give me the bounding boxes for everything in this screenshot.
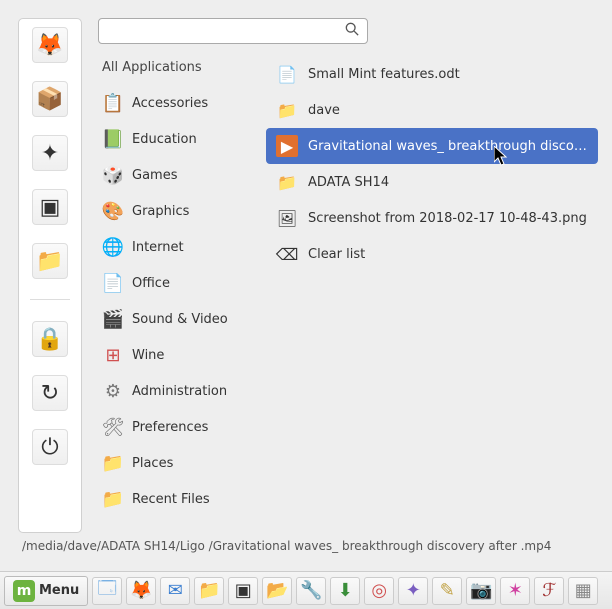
search-icon (345, 22, 359, 40)
taskbar-firefox[interactable]: 🦊 (126, 577, 156, 605)
category-label: Places (132, 456, 173, 471)
system-logout[interactable]: ↻ (32, 375, 68, 411)
wine-icon: ⊞ (102, 344, 124, 366)
taskbar-notes[interactable]: ✎ (432, 577, 462, 605)
taskbar-tools[interactable]: 🔧 (296, 577, 326, 605)
gravitational-waves-icon: ▶ (276, 135, 298, 157)
result-label: Small Mint features.odt (308, 67, 460, 82)
mint-menu-window: 🦊 📦 ✦ ▣ 📁 🔒 ↻ ⏻ All Applications 📋 Accessories 📗 E… (18, 18, 604, 533)
category-graphics[interactable]: 🎨 Graphics (98, 193, 258, 229)
taskbar-terminal[interactable]: ▣ (228, 577, 258, 605)
category-label: Accessories (132, 96, 208, 111)
search-row (98, 18, 598, 56)
taskbar-show-desktop[interactable]: 🗔 (92, 577, 122, 605)
category-label: Wine (132, 348, 164, 363)
taskbar-compass[interactable]: ✦ (398, 577, 428, 605)
result-screenshot[interactable]: 🖼 Screenshot from 2018-02-17 10-48-43.png (266, 200, 598, 236)
category-label: Games (132, 168, 177, 183)
menu-button[interactable]: m Menu (4, 576, 88, 606)
taskbar-files2[interactable]: 📂 (262, 577, 292, 605)
favorite-software[interactable]: ✦ (32, 135, 68, 171)
graphics-icon: 🎨 (102, 200, 124, 222)
result-clear-list[interactable]: ⌫ Clear list (266, 236, 598, 272)
category-label: Education (132, 132, 197, 147)
mint-logo-icon: m (13, 580, 35, 602)
category-label: Administration (132, 384, 227, 399)
category-wine[interactable]: ⊞ Wine (98, 337, 258, 373)
category-label: Sound & Video (132, 312, 228, 327)
category-games[interactable]: 🎲 Games (98, 157, 258, 193)
administration-icon: ⚙ (102, 380, 124, 402)
menu-main-column: All Applications 📋 Accessories 📗 Education 🎲… (82, 18, 604, 533)
categories-list: All Applications 📋 Accessories 📗 Education 🎲… (98, 56, 258, 533)
taskbar-camera[interactable]: 📷 (466, 577, 496, 605)
menu-button-label: Menu (39, 583, 79, 598)
favorites-divider (30, 299, 70, 301)
taskbar-torrent[interactable]: ⬇ (330, 577, 360, 605)
taskbar: m Menu 🗔🦊✉📁▣📂🔧⬇◎✦✎📷✶ℱ▦ (0, 571, 612, 609)
favorite-package[interactable]: 📦 (32, 81, 68, 117)
screenshot-icon: 🖼 (276, 207, 298, 229)
category-label: Preferences (132, 420, 208, 435)
games-icon: 🎲 (102, 164, 124, 186)
accessories-icon: 📋 (102, 92, 124, 114)
taskbar-thunderbird[interactable]: ✉ (160, 577, 190, 605)
recent-files-icon: 📁 (102, 488, 124, 510)
result-small-mint-features[interactable]: 📄 Small Mint features.odt (266, 56, 598, 92)
taskbar-calendar[interactable]: ▦ (568, 577, 598, 605)
result-label: dave (308, 103, 340, 118)
category-internet[interactable]: 🌐 Internet (98, 229, 258, 265)
result-label: Gravitational waves_ breakthrough disco… (308, 139, 587, 154)
category-education[interactable]: 📗 Education (98, 121, 258, 157)
all-applications[interactable]: All Applications (98, 56, 258, 85)
small-mint-features-icon: 📄 (276, 63, 298, 85)
recent-files-list: 📄 Small Mint features.odt 📁 dave ▶ Gravitatio… (258, 56, 598, 533)
category-preferences[interactable]: 🛠 Preferences (98, 409, 258, 445)
favorite-terminal[interactable]: ▣ (32, 189, 68, 225)
result-label: ADATA SH14 (308, 175, 389, 190)
taskbar-files[interactable]: 📁 (194, 577, 224, 605)
result-folder-dave[interactable]: 📁 dave (266, 92, 598, 128)
sound-video-icon: 🎬 (102, 308, 124, 330)
category-label: Internet (132, 240, 184, 255)
folder-dave-icon: 📁 (276, 99, 298, 121)
category-places[interactable]: 📁 Places (98, 445, 258, 481)
category-administration[interactable]: ⚙ Administration (98, 373, 258, 409)
category-accessories[interactable]: 📋 Accessories (98, 85, 258, 121)
category-label: Office (132, 276, 170, 291)
result-adata-sh14[interactable]: 📁 ADATA SH14 (266, 164, 598, 200)
menu-columns: All Applications 📋 Accessories 📗 Education 🎲… (98, 56, 598, 533)
adata-sh14-icon: 📁 (276, 171, 298, 193)
taskbar-app-pink[interactable]: ✶ (500, 577, 530, 605)
internet-icon: 🌐 (102, 236, 124, 258)
status-bar-path: /media/dave/ADATA SH14/Ligo /Gravitation… (18, 533, 604, 559)
result-label: Clear list (308, 247, 365, 262)
category-sound-video[interactable]: 🎬 Sound & Video (98, 301, 258, 337)
favorite-firefox[interactable]: 🦊 (32, 27, 68, 63)
places-icon: 📁 (102, 452, 124, 474)
taskbar-app-red[interactable]: ℱ (534, 577, 564, 605)
system-shutdown[interactable]: ⏻ (32, 429, 68, 465)
taskbar-chrome[interactable]: ◎ (364, 577, 394, 605)
clear-list-icon: ⌫ (276, 243, 298, 265)
result-gravitational-waves[interactable]: ▶ Gravitational waves_ breakthrough disco… (266, 128, 598, 164)
category-office[interactable]: 📄 Office (98, 265, 258, 301)
education-icon: 📗 (102, 128, 124, 150)
category-label: Graphics (132, 204, 189, 219)
category-label: Recent Files (132, 492, 210, 507)
result-label: Screenshot from 2018-02-17 10-48-43.png (308, 211, 587, 226)
favorite-files[interactable]: 📁 (32, 243, 68, 279)
favorites-column: 🦊 📦 ✦ ▣ 📁 🔒 ↻ ⏻ (18, 18, 82, 533)
preferences-icon: 🛠 (102, 416, 124, 438)
office-icon: 📄 (102, 272, 124, 294)
category-recent-files[interactable]: 📁 Recent Files (98, 481, 258, 517)
search-input[interactable] (98, 18, 368, 44)
system-lock[interactable]: 🔒 (32, 321, 68, 357)
